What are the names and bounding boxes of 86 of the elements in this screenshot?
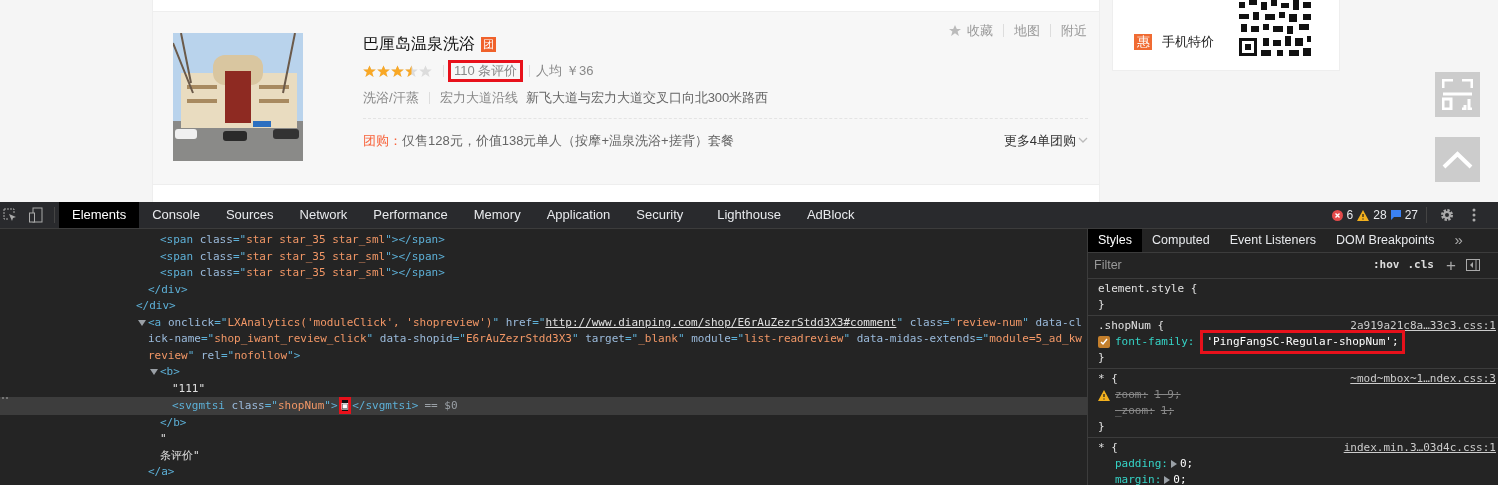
property-name: font-family: [1115,334,1195,350]
more-options-icon[interactable] [1472,208,1476,222]
css-selector: * { [1098,440,1118,456]
property-name: _zoom: [1115,403,1155,419]
property-name: zoom: [1115,387,1149,403]
chevron-down-icon [1078,137,1088,144]
new-rule-button[interactable]: + [1446,252,1456,278]
address-text: 新飞大道与宏力大道交叉口向北300米路西 [525,89,769,107]
dom-node-line[interactable]: <b> [160,364,180,381]
dom-node-line[interactable]: <a onclick="LXAnalytics('moduleClick', 'shopreview')" href="http://www.dianping.com/shop/E6rAuZezrStdd3X3#comment" class="review-num" data-click-name="shop_iwant_review_click" data-shopid="E6rAuZezrStdd3X3" target="_blank" module="list-readreview" data-midas-extends="module=5_ad_kwreview" rel="nofollow"> [148,314,1085,364]
review-count-link[interactable]: 110 条评价 [448,60,524,82]
chevron-up-icon [1442,150,1473,169]
property-value: 1; [1160,403,1174,419]
styles-tab[interactable]: Event Listeners [1219,229,1326,252]
hover-state-button[interactable]: :hov [1373,257,1400,274]
warning-count: 28 [1373,207,1387,224]
property-value: 'PingFangSC-Regular-shopNum'; [1200,330,1405,354]
closing-tag: </div> [148,282,188,296]
deal-link[interactable]: 仅售128元，价值138元单人（按摩+温泉洗浴+搓背）套餐 [402,130,734,150]
warning-icon [1357,209,1370,221]
inspect-element-icon[interactable] [3,208,17,222]
warning-icon [1098,389,1110,401]
area-link[interactable]: 宏力大道沿线 [439,88,518,108]
devtools-tab[interactable]: Performance [360,202,461,228]
devtools-tab[interactable]: Sources [212,202,287,228]
discount-badge: 惠 [1134,33,1152,50]
string-value-text: "111" [172,381,206,395]
closing-tag: </a> [148,465,175,478]
styles-tab[interactable]: Computed [1142,229,1220,252]
device-toolbar-icon[interactable] [29,207,43,223]
property-name: padding: [1115,456,1168,472]
error-icon [1331,209,1343,221]
devtools-tab[interactable]: Application [533,202,624,228]
class-toggle-button[interactable]: .cls [1407,257,1434,274]
closing-brace: } [1098,350,1106,366]
empty-star-icon [419,64,432,78]
star-icon [391,64,404,78]
star-icon [363,64,376,78]
selected-marker-text: == $0 [424,399,458,412]
expand-arrow-icon[interactable] [138,318,146,327]
stylesheet-link[interactable]: ~mod~mbox~1…ndex.css:3 [1350,371,1496,387]
css-selector: .shopNum { [1098,318,1165,334]
devtools-tab[interactable]: Console [139,202,213,228]
category-link[interactable]: 洗浴/汗蒸 [363,88,419,108]
more-deals-link[interactable]: 更多4单团购 [1003,130,1076,150]
closing-tag: </div> [136,299,176,312]
dom-node-line[interactable]: <span class="star star_35 star_sml"></span> [160,232,445,249]
closing-brace: } [1098,297,1106,313]
row-handle-icon [2,397,8,399]
property-name: margin: [1115,472,1162,485]
devtools-tab[interactable]: Lighthouse [704,202,794,228]
devtools-tab[interactable]: Memory [460,202,534,228]
error-count: 6 [1346,207,1354,224]
css-selector: element.style { [1098,281,1198,297]
star-icon [377,64,390,78]
devtools-tab[interactable]: Security [623,202,697,228]
average-price: 人均 ￥36 [536,62,594,81]
sidebar-toggle-icon[interactable] [1465,259,1480,272]
mobile-deal-link[interactable]: 手机特价 [1162,32,1214,52]
group-buy-label: 团购： [363,131,402,150]
shop-title[interactable]: 巴厘岛温泉洗浴 [363,32,475,56]
property-value: 1 9; [1154,387,1181,403]
dom-node-line[interactable]: <span class="star star_35 star_sml"></span> [160,265,445,282]
message-count: 27 [1404,207,1418,224]
group-buy-tag: 团 [481,36,496,52]
settings-icon[interactable] [1440,208,1454,222]
message-icon [1390,210,1401,220]
property-value: 0; [1180,456,1194,472]
css-selector: * { [1098,371,1118,387]
string-value-text: " 条评价" [160,432,200,462]
closing-brace: } [1098,419,1106,435]
devtools-tab[interactable]: AdBlock [793,202,868,228]
expand-arrow-icon[interactable] [150,368,158,376]
property-value: 0; [1173,472,1187,485]
qr-scan-icon [1442,79,1473,110]
property-checkbox[interactable] [1098,336,1110,348]
stylesheet-link[interactable]: index.min.3…03d4c.css:1 [1343,440,1496,456]
devtools-tab[interactable]: Elements [59,202,140,228]
star-icon [949,24,961,37]
styles-tab[interactable]: Styles [1088,229,1143,252]
devtools-tab[interactable]: Network [286,202,361,228]
url-link[interactable]: http://www.dianping.com/shop/E6rAuZezrStdd3X3#comment [545,315,897,329]
dom-node-line[interactable]: <span class="star star_35 star_sml"></span> [160,248,445,265]
closing-tag: </b> [160,415,187,429]
more-tabs-button[interactable]: » [1454,229,1463,252]
styles-tab[interactable]: DOM Breakpoints [1325,229,1445,252]
